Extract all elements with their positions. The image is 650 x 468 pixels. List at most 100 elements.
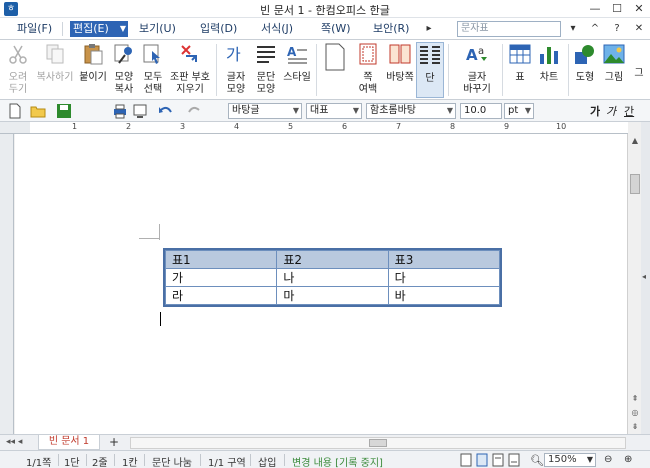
- char-shape-button[interactable]: 가 글자 모양: [222, 42, 250, 98]
- zoom-in-icon[interactable]: ⊕: [624, 454, 632, 465]
- menu-file[interactable]: 파일(F): [14, 21, 55, 37]
- open-folder-icon[interactable]: [30, 103, 46, 119]
- zoom-icon[interactable]: 🔍︎: [530, 454, 544, 467]
- close-doc-icon[interactable]: ✕: [632, 21, 646, 37]
- menu-edit[interactable]: 편집(E) ▼: [70, 21, 128, 37]
- status-insert-mode[interactable]: 삽입: [258, 454, 276, 468]
- copy-icon: [46, 44, 64, 64]
- table-button[interactable]: 표: [506, 42, 534, 98]
- expand-pane-icon[interactable]: ◂: [642, 272, 646, 281]
- page-up-icon[interactable]: ⇞: [628, 392, 642, 406]
- status-divider: [284, 454, 285, 466]
- scroll-up-icon[interactable]: ▲: [628, 134, 642, 148]
- bold-button[interactable]: 가: [590, 103, 600, 119]
- table-cell[interactable]: 나: [276, 268, 389, 287]
- outline-combo[interactable]: 대표 ▼: [306, 103, 362, 119]
- paste-button[interactable]: 붙이기: [78, 42, 108, 98]
- maximize-button[interactable]: ☐: [606, 0, 628, 18]
- picture-button[interactable]: 그림: [600, 42, 628, 98]
- char-replace-button[interactable]: Aa 글자 바꾸기: [456, 42, 498, 98]
- close-button[interactable]: ✕: [628, 0, 650, 18]
- char-replace-label: 글자 바꾸기: [463, 72, 491, 95]
- select-all-button[interactable]: 모두 선택: [139, 42, 167, 98]
- horizontal-scrollbar[interactable]: [130, 437, 626, 449]
- table-cell[interactable]: 바: [387, 286, 501, 305]
- web-view-icon[interactable]: [492, 453, 504, 468]
- document-table[interactable]: 표1 표2 표3 가 나 다 라 마 바: [163, 248, 502, 307]
- columns-button[interactable]: 단: [416, 42, 444, 98]
- task-pane-edge[interactable]: ◂: [641, 122, 650, 434]
- table-cell[interactable]: 마: [276, 286, 389, 305]
- page-down-icon[interactable]: ⇟: [628, 420, 642, 434]
- underline-button[interactable]: 간: [624, 103, 634, 119]
- more-ribbon-button[interactable]: 그: [630, 42, 648, 98]
- zoom-combo[interactable]: 150% ▼: [544, 453, 596, 467]
- document-tab[interactable]: 빈 문서 1: [38, 435, 100, 450]
- page-margin-button[interactable]: 쪽 여백: [352, 42, 384, 98]
- menu-view[interactable]: 보기(U): [136, 21, 179, 37]
- undo-icon[interactable]: [158, 103, 174, 119]
- style-combo[interactable]: 바탕글 ▼: [228, 103, 302, 119]
- select-object-icon[interactable]: ◎: [628, 406, 642, 420]
- minimize-button[interactable]: —: [584, 0, 606, 18]
- chevron-down-icon: ▼: [119, 24, 127, 33]
- chevron-down-icon: ▼: [524, 106, 531, 115]
- scroll-thumb[interactable]: [369, 439, 387, 447]
- italic-button[interactable]: 가: [606, 103, 616, 119]
- full-page-view-icon[interactable]: [476, 453, 488, 468]
- collapse-ribbon-icon[interactable]: ^: [588, 21, 602, 37]
- select-all-label: 모두 선택: [143, 72, 163, 95]
- copy-label: 복사하기: [36, 72, 74, 83]
- add-tab-button[interactable]: +: [104, 435, 124, 450]
- zoom-out-icon[interactable]: ⊖: [604, 454, 612, 465]
- table-cell[interactable]: 다: [387, 268, 501, 287]
- status-track-changes[interactable]: 변경 내용 [기록 중지]: [292, 454, 383, 468]
- search-input[interactable]: 문자표: [457, 21, 561, 37]
- table-row: 라 마 바: [164, 286, 501, 305]
- cut-button[interactable]: 오려 두기: [4, 42, 32, 98]
- scroll-thumb[interactable]: [630, 174, 640, 194]
- style-button[interactable]: A 스타일: [282, 42, 312, 98]
- save-icon[interactable]: [56, 103, 72, 119]
- table-cell[interactable]: 가: [164, 268, 278, 287]
- format-painter-button[interactable]: 모양 복사: [110, 42, 138, 98]
- horizontal-ruler[interactable]: 1 2 3 4 5 6 7 8 9 10: [30, 122, 628, 134]
- menu-security[interactable]: 보안(R): [370, 21, 412, 37]
- normal-view-icon[interactable]: [460, 453, 472, 468]
- font-combo[interactable]: 함초롬바탕 ▼: [366, 103, 456, 119]
- status-page[interactable]: 1/1쪽: [26, 454, 51, 468]
- menu-divider: [62, 22, 63, 36]
- preview-icon[interactable]: [132, 103, 148, 119]
- vertical-scrollbar[interactable]: ▲ ⇞ ◎ ⇟: [627, 134, 641, 434]
- table-header-cell[interactable]: 표3: [387, 250, 501, 269]
- chart-button[interactable]: 차트: [536, 42, 562, 98]
- para-shape-icon: [257, 46, 275, 63]
- redo-icon[interactable]: [186, 103, 202, 119]
- print-icon[interactable]: [112, 103, 128, 119]
- menu-more-icon[interactable]: ▸: [422, 21, 436, 37]
- status-divider: [144, 454, 145, 466]
- para-shape-button[interactable]: 문단 모양: [252, 42, 280, 98]
- menu-page[interactable]: 쪽(W): [318, 21, 354, 37]
- table-icon: [509, 44, 531, 64]
- copy-button[interactable]: 복사하기: [34, 42, 76, 98]
- vertical-ruler[interactable]: [0, 134, 14, 434]
- search-dropdown-icon[interactable]: ▾: [566, 21, 580, 37]
- page-setup-button[interactable]: [320, 42, 350, 98]
- clear-format-button[interactable]: 조판 부호 지우기: [168, 42, 212, 98]
- table-header-cell[interactable]: 표2: [276, 250, 389, 269]
- master-page-button[interactable]: 바탕쪽: [384, 42, 416, 98]
- font-size-combo[interactable]: 10.0: [460, 103, 502, 119]
- menu-insert[interactable]: 입력(D): [197, 21, 240, 37]
- unit-combo[interactable]: pt ▼: [504, 103, 534, 119]
- shape-button[interactable]: 도형: [572, 42, 598, 98]
- table-header-cell[interactable]: 표1: [164, 250, 278, 269]
- help-icon[interactable]: ?: [610, 21, 624, 37]
- chart-label: 차트: [539, 72, 559, 83]
- menu-format[interactable]: 서식(J): [258, 21, 296, 37]
- outline-view-icon[interactable]: [508, 453, 520, 468]
- margin-guide: [139, 238, 159, 239]
- table-cell[interactable]: 라: [164, 286, 278, 305]
- new-doc-icon[interactable]: [8, 103, 22, 119]
- chevron-down-icon: ▼: [446, 106, 453, 115]
